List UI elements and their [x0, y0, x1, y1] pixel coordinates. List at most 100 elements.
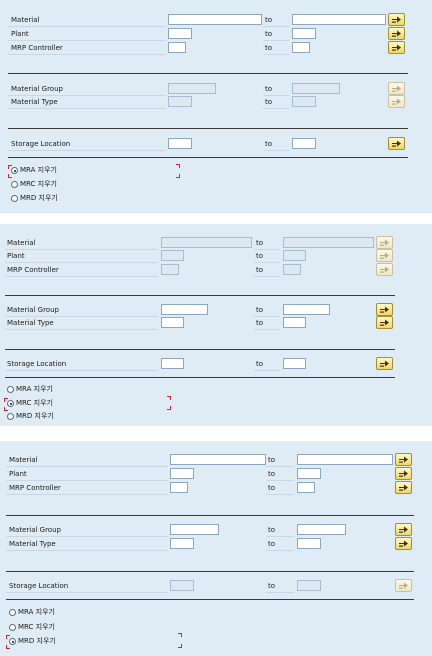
material-group-multiple-selection-button[interactable] — [395, 523, 412, 536]
focus-marker — [4, 398, 8, 402]
focus-marker — [8, 165, 12, 169]
row-underline — [5, 276, 158, 277]
row-underline — [6, 536, 168, 537]
plant-from-input[interactable] — [168, 28, 192, 39]
storage-location-multiple-selection-button[interactable] — [395, 579, 412, 592]
plant-from-input[interactable] — [170, 468, 194, 479]
radio-mrd[interactable] — [9, 638, 16, 645]
material-group-from-input[interactable] — [161, 304, 208, 315]
material-type-multiple-selection-button[interactable] — [388, 95, 405, 108]
plant-to-input[interactable] — [297, 468, 321, 479]
material-group-to-input[interactable] — [292, 83, 340, 94]
radio-label-mrd: MRD 지우기 — [20, 194, 58, 202]
radio-label-mra: MRA 지우기 — [16, 385, 53, 393]
focus-marker — [178, 644, 182, 648]
material-to-input[interactable] — [283, 237, 374, 248]
mrp-controller-to-input[interactable] — [292, 42, 310, 53]
radio-mrd[interactable] — [7, 413, 14, 420]
radio-mrc[interactable] — [7, 400, 14, 407]
row-label-storage-location: Storage Location — [9, 582, 69, 590]
storage-location-to-input[interactable] — [292, 138, 316, 149]
focus-marker — [8, 174, 12, 178]
row-label-storage-location: Storage Location — [11, 140, 71, 148]
plant-multiple-selection-button[interactable] — [376, 249, 393, 262]
row-label-mrp-controller: MRP Controller — [9, 484, 61, 492]
radio-mra[interactable] — [9, 609, 16, 616]
material-group-multiple-selection-button[interactable] — [388, 82, 405, 95]
row-underline — [8, 54, 166, 55]
mrp-controller-to-input[interactable] — [283, 264, 301, 275]
radio-mra[interactable] — [11, 167, 18, 174]
storage-location-to-input[interactable] — [283, 358, 306, 369]
material-type-multiple-selection-button[interactable] — [376, 316, 393, 329]
storage-location-from-input[interactable] — [170, 580, 194, 591]
row-label-mrp-controller: MRP Controller — [11, 44, 63, 52]
material-group-to-input[interactable] — [283, 304, 330, 315]
row-label-plant: Plant — [7, 252, 25, 260]
mrp-controller-from-input[interactable] — [161, 264, 179, 275]
to-label: to — [268, 582, 276, 590]
storage-location-from-input[interactable] — [168, 138, 192, 149]
storage-location-multiple-selection-button[interactable] — [388, 137, 405, 150]
multiple-selection-arrow-icon — [399, 484, 408, 491]
radio-mrd[interactable] — [11, 195, 18, 202]
material-group-to-input[interactable] — [297, 524, 346, 535]
plant-to-input[interactable] — [292, 28, 316, 39]
storage-location-to-input[interactable] — [297, 580, 321, 591]
material-type-from-input[interactable] — [161, 317, 184, 328]
row-label-material-type: Material Type — [7, 319, 54, 327]
section-separator — [8, 128, 408, 129]
plant-to-input[interactable] — [283, 250, 306, 261]
material-type-to-input[interactable] — [297, 538, 321, 549]
mrp-controller-from-input[interactable] — [170, 482, 188, 493]
material-from-input[interactable] — [168, 14, 262, 25]
material-from-input[interactable] — [161, 237, 252, 248]
section-separator — [6, 515, 414, 516]
to-label: to — [256, 239, 264, 247]
multiple-selection-arrow-icon — [392, 44, 401, 51]
material-type-to-input[interactable] — [292, 96, 316, 107]
material-to-input[interactable] — [292, 14, 386, 25]
multiple-selection-arrow-icon — [380, 319, 389, 326]
multiple-selection-arrow-icon — [392, 140, 401, 147]
to-label: to — [265, 30, 273, 38]
material-multiple-selection-button[interactable] — [395, 453, 412, 466]
radio-mrc[interactable] — [11, 181, 18, 188]
radio-label-mra: MRA 지우기 — [18, 608, 55, 616]
material-type-from-input[interactable] — [168, 96, 192, 107]
row-underline — [263, 95, 289, 96]
storage-location-multiple-selection-button[interactable] — [376, 357, 393, 370]
radio-mra[interactable] — [7, 386, 14, 393]
plant-from-input[interactable] — [161, 250, 184, 261]
mrp-controller-multiple-selection-button[interactable] — [376, 263, 393, 276]
material-type-multiple-selection-button[interactable] — [395, 537, 412, 550]
material-type-from-input[interactable] — [170, 538, 194, 549]
to-label: to — [265, 98, 273, 106]
row-underline — [5, 316, 158, 317]
mrp-controller-multiple-selection-button[interactable] — [388, 41, 405, 54]
plant-multiple-selection-button[interactable] — [395, 467, 412, 480]
material-group-multiple-selection-button[interactable] — [376, 303, 393, 316]
row-underline — [254, 329, 280, 330]
material-type-to-input[interactable] — [283, 317, 306, 328]
multiple-selection-arrow-icon — [392, 16, 401, 23]
material-from-input[interactable] — [170, 454, 266, 465]
to-label: to — [268, 526, 276, 534]
mrp-controller-multiple-selection-button[interactable] — [395, 481, 412, 494]
radio-mrc[interactable] — [9, 624, 16, 631]
mrp-controller-from-input[interactable] — [168, 42, 186, 53]
radio-label-mrc: MRC 지우기 — [18, 623, 55, 631]
material-to-input[interactable] — [297, 454, 393, 465]
row-underline — [254, 249, 280, 250]
material-multiple-selection-button[interactable] — [376, 236, 393, 249]
material-multiple-selection-button[interactable] — [388, 13, 405, 26]
mrp-controller-to-input[interactable] — [297, 482, 315, 493]
storage-location-from-input[interactable] — [161, 358, 184, 369]
section-separator — [8, 157, 408, 158]
material-group-from-input[interactable] — [170, 524, 219, 535]
focus-marker — [176, 164, 180, 168]
multiple-selection-arrow-icon — [392, 85, 401, 92]
plant-multiple-selection-button[interactable] — [388, 27, 405, 40]
material-group-from-input[interactable] — [168, 83, 216, 94]
row-underline — [263, 108, 289, 109]
